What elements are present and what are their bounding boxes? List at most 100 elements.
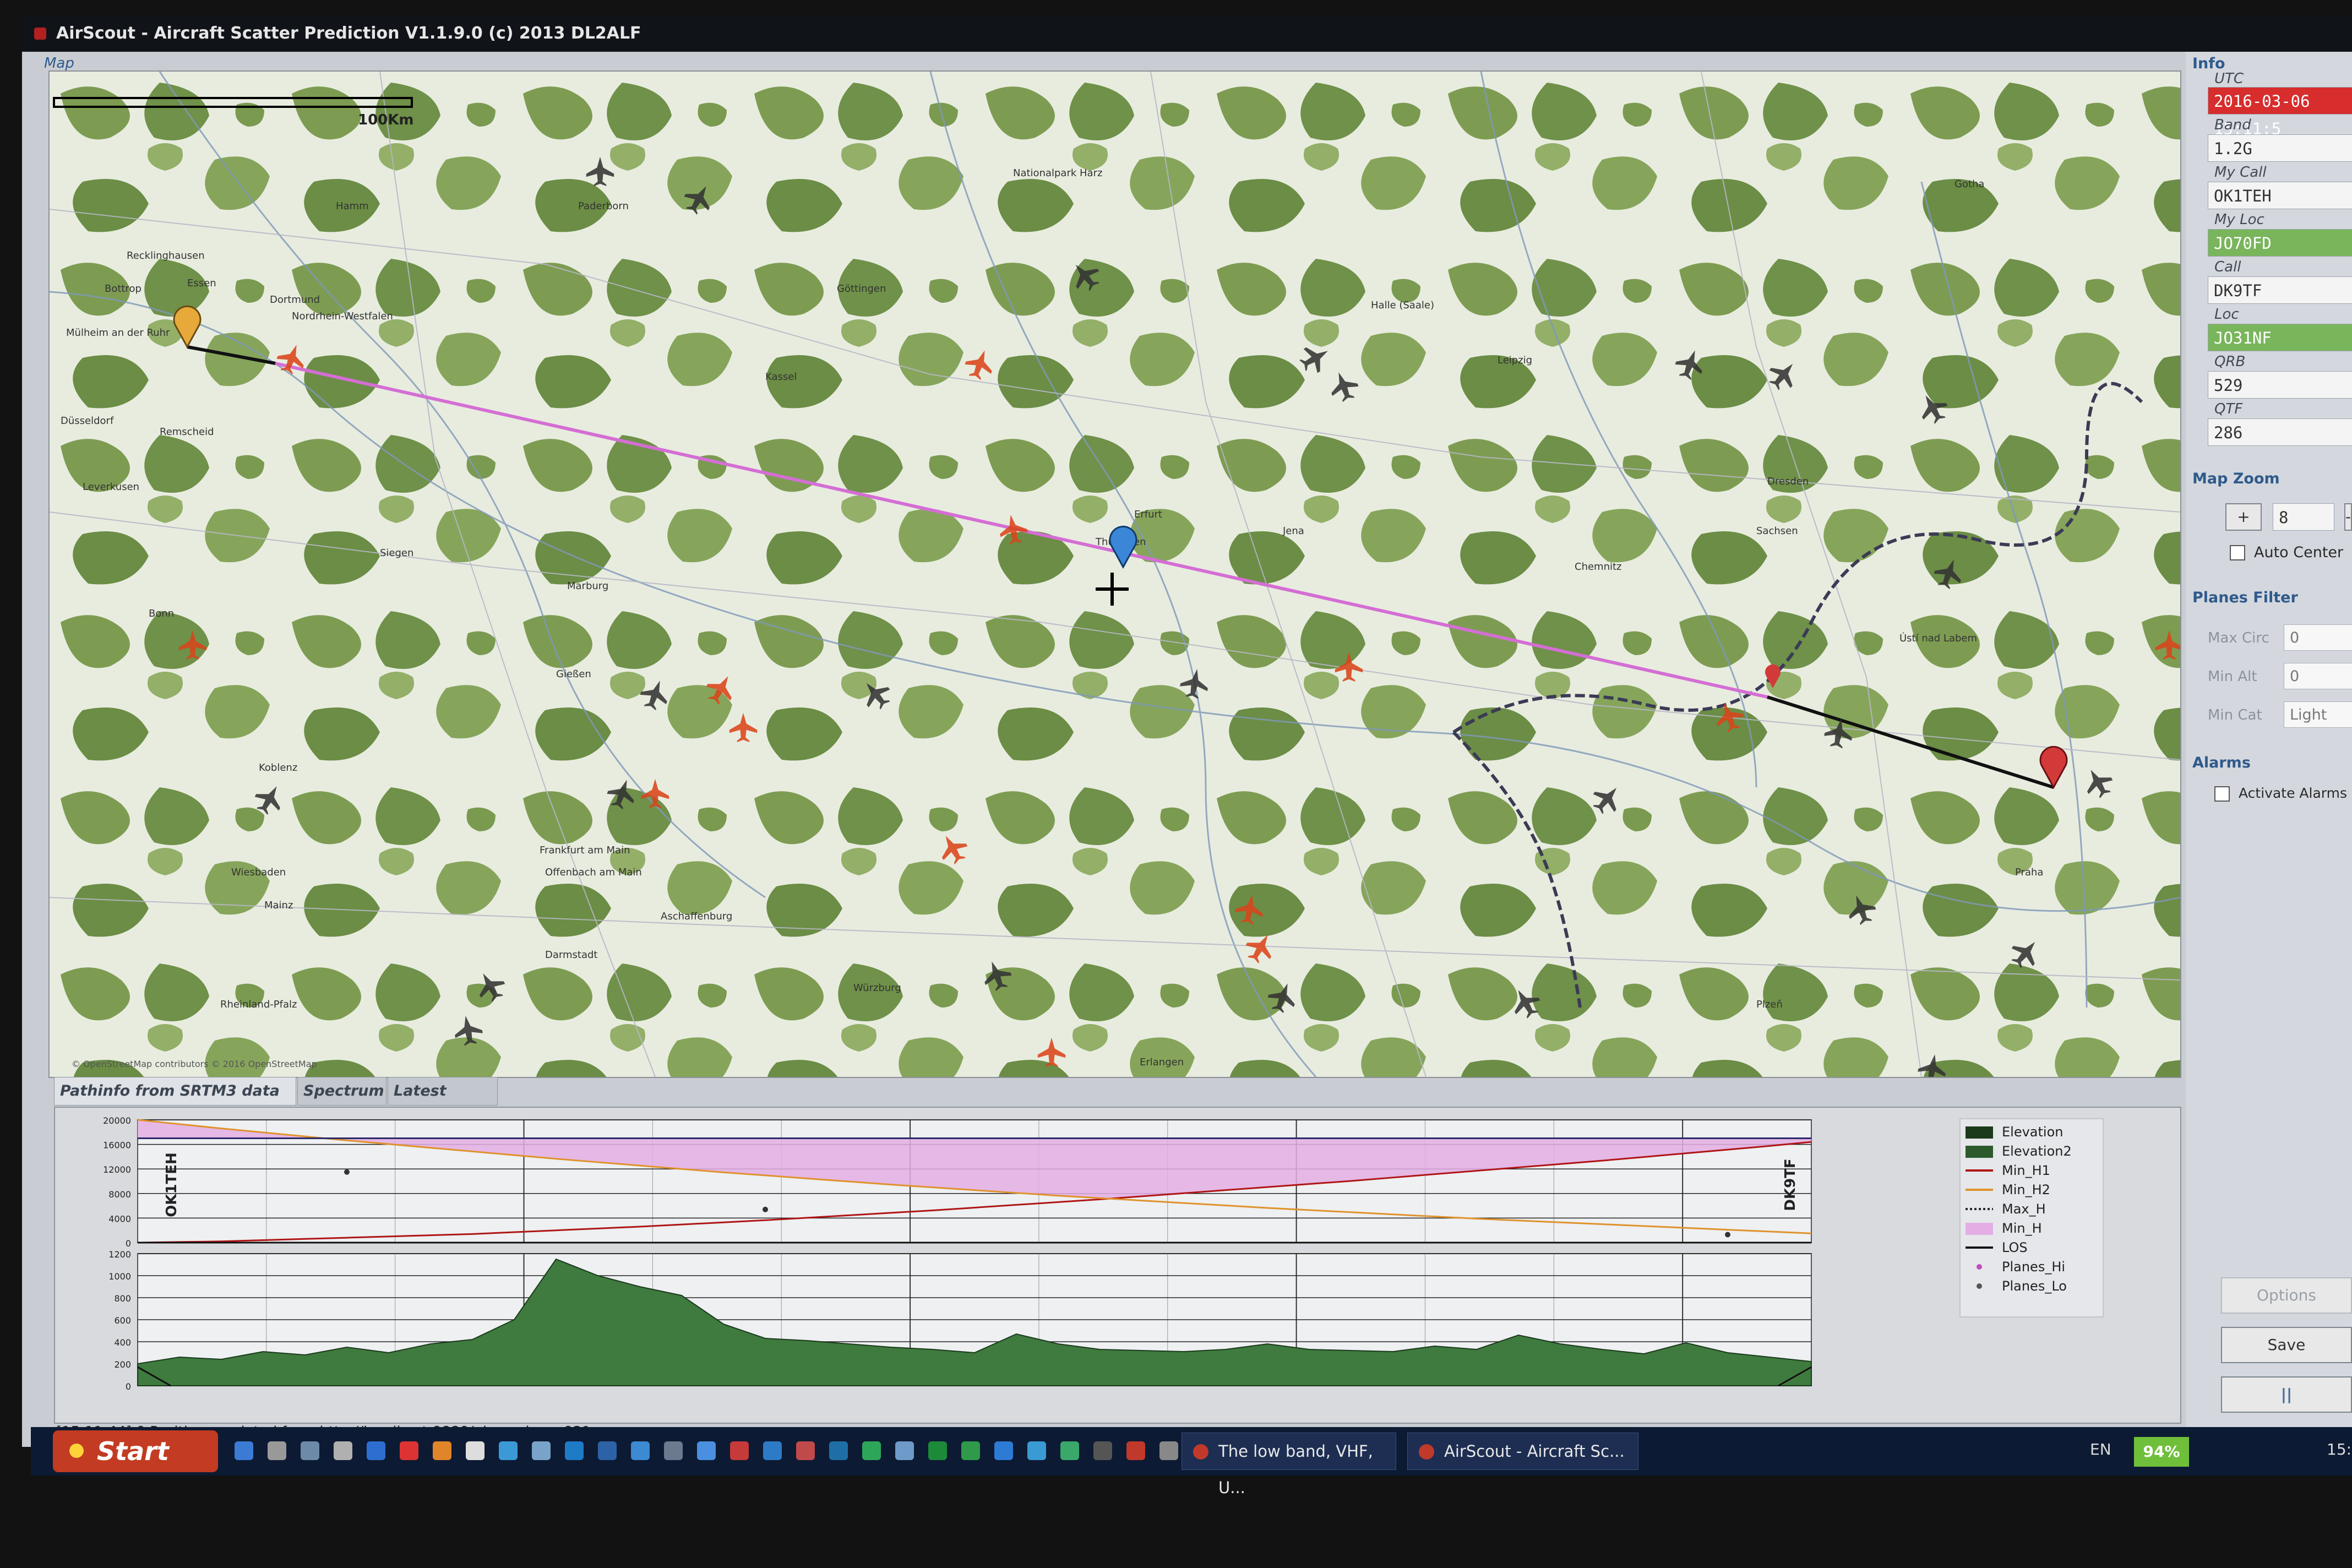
battery-indicator[interactable]: 94% xyxy=(2134,1437,2189,1467)
legend-label: Min_H xyxy=(2002,1221,2042,1236)
zoom-in-button[interactable]: + xyxy=(2225,503,2262,531)
app-icon-8[interactable] xyxy=(1159,1441,1178,1460)
min-cat-select[interactable]: Light xyxy=(2284,701,2352,728)
app-icon-3[interactable] xyxy=(862,1441,881,1460)
plane-point xyxy=(344,1169,350,1175)
max-circ-field[interactable]: 0 xyxy=(2284,624,2352,651)
legend-label: Max_H xyxy=(2002,1201,2046,1217)
side-panel: Info UTC 2016-03-06 15:11:5 Band 1.2G My… xyxy=(2186,52,2352,1447)
call-field[interactable]: DK9TF xyxy=(2208,276,2352,304)
y-tick-label: 8000 xyxy=(108,1189,131,1200)
scale-label: 100Km xyxy=(358,112,414,128)
band-label: Band xyxy=(2214,117,2251,133)
msdsp-icon[interactable] xyxy=(1093,1441,1112,1460)
place-label: Leverkusen xyxy=(83,481,139,493)
pause-button[interactable]: || xyxy=(2221,1376,2352,1413)
myloc-field[interactable]: JO70FD xyxy=(2208,229,2352,257)
activate-alarms-checkbox[interactable] xyxy=(2214,786,2230,802)
legend-swatch xyxy=(1977,1283,1982,1289)
legend-label: Min_H2 xyxy=(2002,1182,2050,1197)
tool-red-icon[interactable] xyxy=(730,1441,749,1460)
map-zoom-header: Map Zoom xyxy=(2192,470,2280,487)
save-icon[interactable] xyxy=(697,1441,716,1460)
y-tick-label: 20000 xyxy=(103,1115,131,1126)
media-icon[interactable] xyxy=(598,1441,617,1460)
taskbar-item-browser[interactable]: The low band, VHF, U... xyxy=(1182,1433,1396,1497)
place-label: Rheinland-Pfalz xyxy=(220,999,297,1010)
band-field[interactable]: 1.2G xyxy=(2208,134,2352,162)
mycall-field[interactable]: OK1TEH xyxy=(2208,182,2352,209)
window-title: AirScout - Aircraft Scatter Prediction V… xyxy=(56,24,641,43)
earth-icon[interactable] xyxy=(928,1441,947,1460)
utc-field: 2016-03-06 15:11:5 xyxy=(2208,87,2352,138)
right-station-label: DK9TF xyxy=(1782,1158,1799,1211)
place-label: Marburg xyxy=(567,580,608,592)
zoom-level-field[interactable]: 8 xyxy=(2273,503,2334,531)
save-button[interactable]: Save xyxy=(2221,1327,2352,1363)
zoom-out-button[interactable]: - xyxy=(2344,503,2352,531)
earth2-icon[interactable] xyxy=(961,1441,980,1460)
qtf-label: QTF xyxy=(2214,401,2243,417)
taskbar-item-airscout[interactable]: AirScout - Aircraft Sc... xyxy=(1407,1433,1638,1470)
place-label: Göttingen xyxy=(837,283,886,295)
app-icon-6[interactable] xyxy=(1027,1441,1046,1460)
tab-latest-news[interactable]: Latest News xyxy=(388,1077,498,1127)
place-label: Mülheim an der Ruhr xyxy=(66,327,170,339)
place-label: Dresden xyxy=(1767,476,1809,487)
place-label: Kassel xyxy=(765,371,797,383)
auto-center-checkbox[interactable] xyxy=(2230,545,2245,560)
y-tick-label: 600 xyxy=(114,1315,131,1326)
app-icon-2[interactable] xyxy=(829,1441,848,1460)
opera-icon[interactable] xyxy=(400,1441,418,1460)
app-icon-5[interactable] xyxy=(994,1441,1013,1460)
place-label: Mainz xyxy=(264,900,293,911)
show-desktop-icon[interactable] xyxy=(235,1441,253,1460)
legend-label: Min_H1 xyxy=(2002,1163,2050,1178)
max-circ-label: Max Circ xyxy=(2208,630,2269,646)
auto-center-label: Auto Center xyxy=(2254,544,2344,561)
clock[interactable]: 15: xyxy=(2327,1440,2351,1458)
y-tick-label: 12000 xyxy=(103,1164,131,1175)
globe-icon[interactable] xyxy=(565,1441,584,1460)
qrb-field: 529 xyxy=(2208,371,2352,399)
window-icon[interactable] xyxy=(334,1441,352,1460)
tool-icon[interactable] xyxy=(301,1441,319,1460)
legend-label: Planes_Hi xyxy=(2002,1259,2065,1275)
flag-icon[interactable] xyxy=(763,1441,782,1460)
opera-icon xyxy=(1193,1444,1208,1460)
terrain-layer xyxy=(50,72,2180,1077)
min-alt-field[interactable]: 0 xyxy=(2284,663,2352,689)
start-button[interactable]: Start xyxy=(53,1430,218,1472)
place-label: Erfurt xyxy=(1134,509,1162,520)
loc-field[interactable]: JO31NF xyxy=(2208,324,2352,351)
firefox-icon[interactable] xyxy=(433,1441,451,1460)
map-view[interactable]: 100Km Hamm Paderborn Recklinghausen Bottrop… xyxy=(48,70,2184,1085)
calc-icon[interactable] xyxy=(466,1441,484,1460)
radio-icon[interactable] xyxy=(796,1441,815,1460)
cx-icon[interactable] xyxy=(268,1441,286,1460)
tab-pathinfo[interactable]: Pathinfo from SRTM3 data xyxy=(54,1077,296,1106)
settings-icon[interactable] xyxy=(664,1441,683,1460)
file-icon[interactable] xyxy=(499,1441,518,1460)
place-label: Würzburg xyxy=(853,982,901,994)
tab-spectrum[interactable]: Spectrum xyxy=(297,1077,386,1106)
app-icon-7[interactable] xyxy=(1060,1441,1079,1460)
airscout-quick-icon[interactable] xyxy=(1126,1441,1145,1460)
y-tick-label: 1000 xyxy=(108,1271,131,1282)
taskbar: Start The low band, VHF, U... AirScout -… xyxy=(31,1427,2352,1497)
folder-icon[interactable] xyxy=(532,1441,551,1460)
network-icon[interactable] xyxy=(631,1441,650,1460)
place-label: Sachsen xyxy=(1756,525,1798,537)
y-tick-label: 0 xyxy=(126,1238,131,1249)
legend-swatch xyxy=(1966,1126,1993,1139)
map-canvas[interactable]: 100Km Hamm Paderborn Recklinghausen Bottrop… xyxy=(49,71,2184,1085)
language-indicator[interactable]: EN xyxy=(2090,1440,2111,1458)
place-label: Darmstadt xyxy=(545,949,597,961)
place-label: Siegen xyxy=(380,547,413,559)
y-tick-label: 1200 xyxy=(108,1249,131,1260)
browser-icon[interactable] xyxy=(367,1441,385,1460)
place-label: Remscheid xyxy=(160,426,214,438)
options-button[interactable]: Options xyxy=(2221,1277,2352,1314)
app-icon-4[interactable] xyxy=(895,1441,914,1460)
y-tick-label: 0 xyxy=(126,1381,131,1392)
